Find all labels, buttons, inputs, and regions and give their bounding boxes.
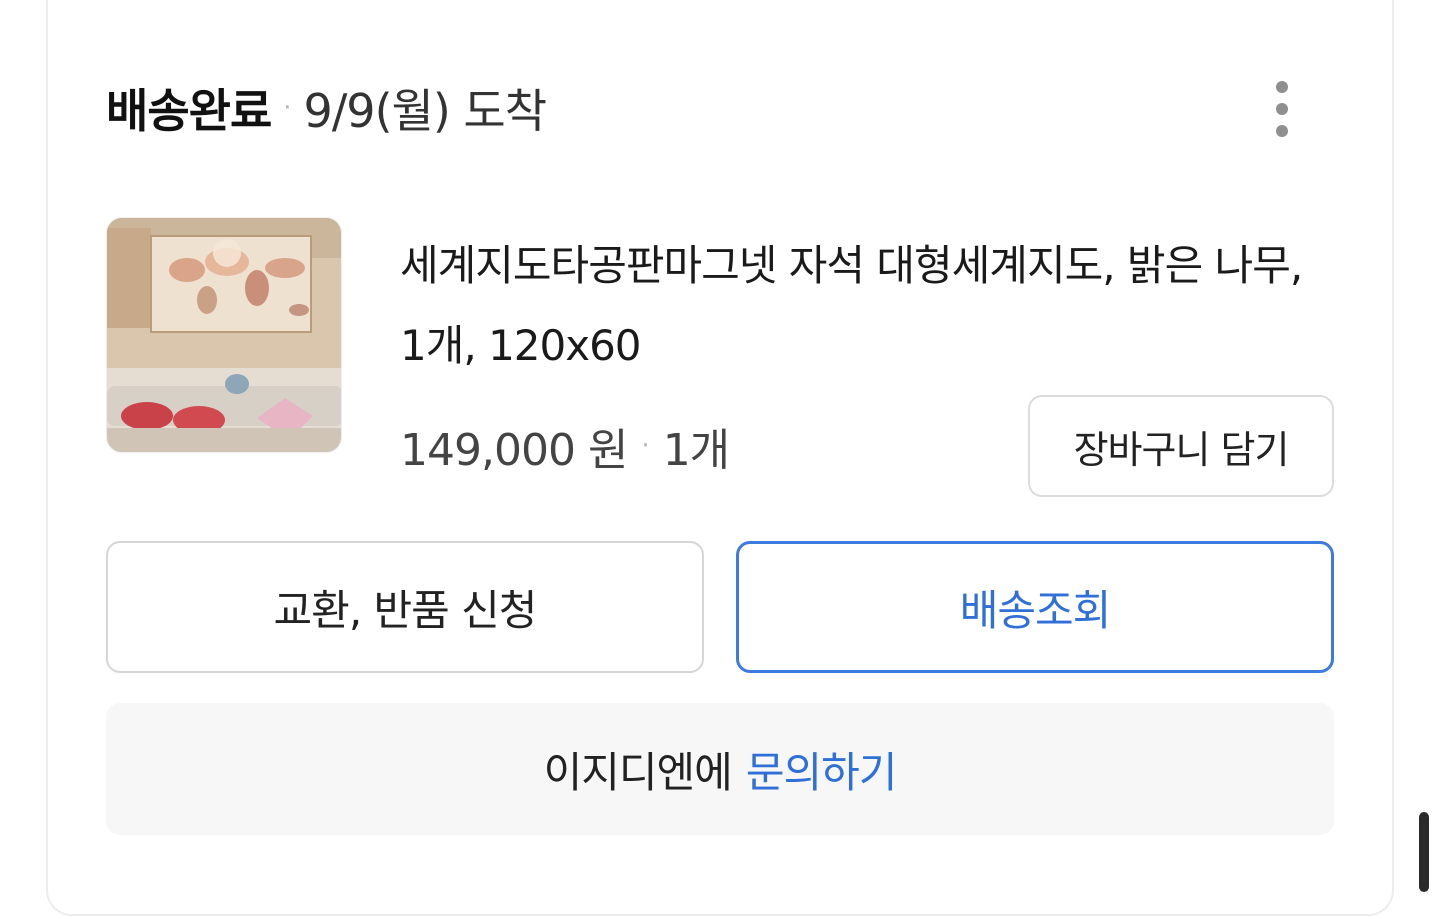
product-thumbnail[interactable] xyxy=(106,217,342,453)
product-image xyxy=(107,218,341,452)
separator-dot: · xyxy=(283,93,292,123)
seller-name: 이지디엔에 xyxy=(543,747,733,797)
scrollbar[interactable] xyxy=(1419,812,1429,892)
delivery-tracking-button[interactable]: 배송조회 xyxy=(736,541,1334,673)
product-name[interactable]: 세계지도타공판마그넷 자석 대형세계지도, 밝은 나무, 1개, 120x60 xyxy=(400,226,1320,386)
delivery-status: 배송완료 xyxy=(106,84,272,138)
more-dot xyxy=(1276,125,1288,137)
more-vertical-icon[interactable] xyxy=(1262,78,1302,140)
order-header: 배송완료 · 9/9(월) 도착 xyxy=(106,76,548,140)
inquiry-link[interactable]: 문의하기 xyxy=(746,739,898,800)
add-to-cart-button[interactable]: 장바구니 담기 xyxy=(1028,395,1334,497)
product-price: 149,000 원 xyxy=(400,425,628,476)
arrival-date: 9/9(월) 도착 xyxy=(303,84,548,138)
more-dot xyxy=(1276,81,1288,93)
exchange-return-button[interactable]: 교환, 반품 신청 xyxy=(106,541,704,673)
more-dot xyxy=(1276,103,1288,115)
product-quantity: 1개 xyxy=(662,425,730,476)
price-row: 149,000 원 · 1개 xyxy=(400,414,730,478)
seller-inquiry-button[interactable]: 이지디엔에 문의하기 xyxy=(106,703,1334,835)
separator-dot: · xyxy=(641,431,649,461)
